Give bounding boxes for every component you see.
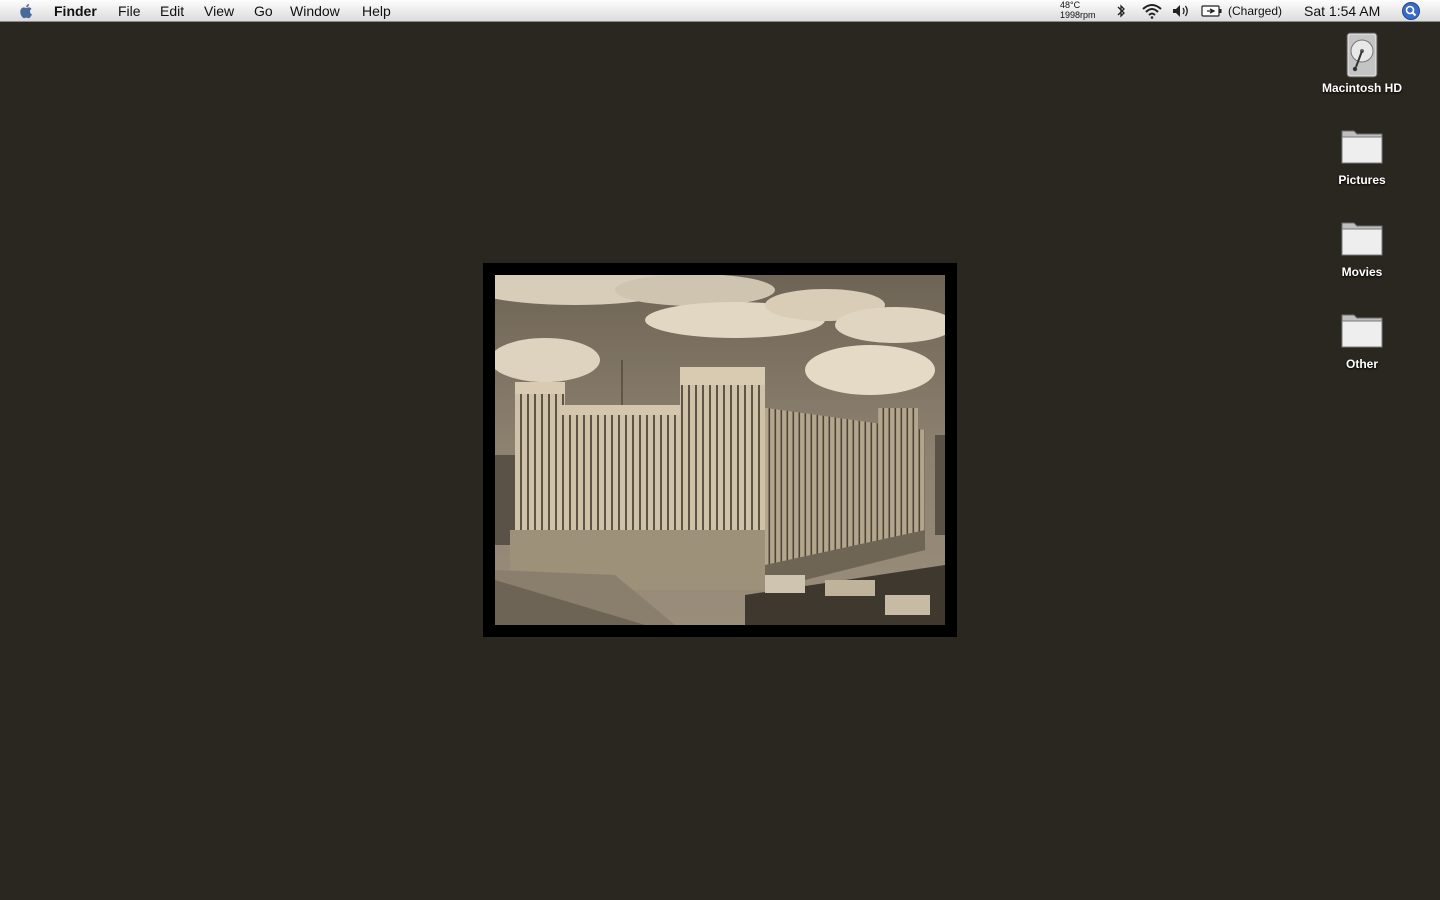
apple-menu-icon[interactable] [18,2,36,20]
hard-drive-icon [1346,32,1378,78]
menu-bar: Finder File Edit View Go Window Help 48°… [0,0,1440,22]
bluetooth-icon[interactable] [1115,3,1127,19]
menu-help[interactable]: Help [362,2,391,20]
desktop-icon-label: Pictures [1338,173,1386,187]
wallpaper-photo-frame [483,263,957,637]
menu-file[interactable]: File [118,2,141,20]
menu-clock[interactable]: Sat 1:54 AM [1304,2,1380,20]
desktop-icon-label: Movies [1341,265,1383,279]
menu-edit[interactable]: Edit [160,2,184,20]
menu-window[interactable]: Window [290,2,340,20]
menu-app-finder[interactable]: Finder [54,2,97,20]
battery-icon[interactable] [1201,3,1223,19]
folder-icon [1341,222,1383,256]
volume-icon[interactable] [1171,3,1191,19]
battery-status-text[interactable]: (Charged) [1228,2,1282,20]
sepia-building-photo [495,275,945,625]
temperature-readout: 48°C [1060,0,1081,10]
folder-icon [1341,130,1383,164]
desktop-icon-macintosh-hd[interactable]: Macintosh HD [1312,31,1412,95]
fan-speed-readout: 1998rpm [1060,10,1096,20]
desktop-icon-label: Other [1345,357,1378,371]
spotlight-icon[interactable] [1401,2,1421,20]
desktop-icon-pictures[interactable]: Pictures [1312,123,1412,187]
menu-view[interactable]: View [204,2,234,20]
wifi-icon[interactable] [1141,3,1163,19]
temperature-monitor[interactable]: 48°C 1998rpm [1060,0,1096,20]
desktop-icon-label: Macintosh HD [1321,81,1402,95]
folder-icon [1341,314,1383,348]
desktop-icon-movies[interactable]: Movies [1312,215,1412,279]
menu-go[interactable]: Go [254,2,273,20]
desktop-icon-other[interactable]: Other [1312,307,1412,371]
